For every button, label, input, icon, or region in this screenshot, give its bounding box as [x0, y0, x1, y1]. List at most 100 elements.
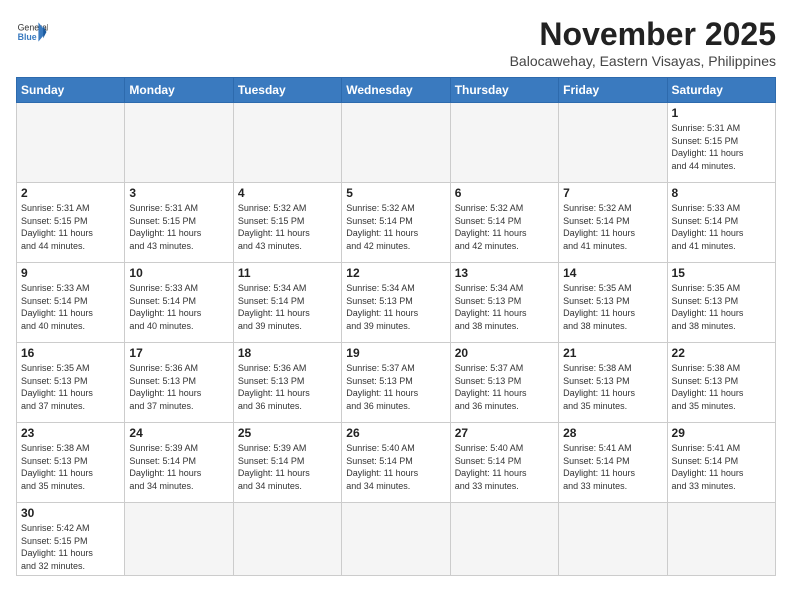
day-number: 13	[455, 266, 554, 280]
day-info: Sunrise: 5:32 AM Sunset: 5:14 PM Dayligh…	[563, 202, 662, 252]
calendar-cell: 28Sunrise: 5:41 AM Sunset: 5:14 PM Dayli…	[559, 423, 667, 503]
day-info: Sunrise: 5:40 AM Sunset: 5:14 PM Dayligh…	[346, 442, 445, 492]
calendar-cell	[450, 103, 558, 183]
calendar-cell: 16 Sunrise: 5:35 AM Sunset: 5:13 PM Dayli…	[17, 343, 125, 423]
day-number: 18	[238, 346, 337, 360]
calendar-cell: 22 Sunrise: 5:38 AM Sunset: 5:13 PM Dayli…	[667, 343, 775, 423]
calendar-cell: 5 Sunrise: 5:32 AM Sunset: 5:14 PM Daylig…	[342, 183, 450, 263]
day-number: 29	[672, 426, 771, 440]
day-info: Sunrise: 5:33 AM Sunset: 5:14 PM Dayligh…	[129, 282, 228, 332]
day-info: Sunrise: 5:34 AM Sunset: 5:13 PM Dayligh…	[455, 282, 554, 332]
svg-text:Blue: Blue	[18, 32, 37, 42]
weekday-header-monday: Monday	[125, 78, 233, 103]
weekday-header-tuesday: Tuesday	[233, 78, 341, 103]
day-number: 14	[563, 266, 662, 280]
calendar-cell	[342, 103, 450, 183]
calendar-cell: 25Sunrise: 5:39 AM Sunset: 5:14 PM Dayli…	[233, 423, 341, 503]
weekday-header-wednesday: Wednesday	[342, 78, 450, 103]
day-info: Sunrise: 5:32 AM Sunset: 5:14 PM Dayligh…	[346, 202, 445, 252]
day-info: Sunrise: 5:32 AM Sunset: 5:15 PM Dayligh…	[238, 202, 337, 252]
day-number: 9	[21, 266, 120, 280]
calendar-week-row: 16 Sunrise: 5:35 AM Sunset: 5:13 PM Dayli…	[17, 343, 776, 423]
calendar-cell: 14 Sunrise: 5:35 AM Sunset: 5:13 PM Dayli…	[559, 263, 667, 343]
day-number: 6	[455, 186, 554, 200]
day-number: 4	[238, 186, 337, 200]
calendar-cell: 29 Sunrise: 5:41 AM Sunset: 5:14 PM Dayli…	[667, 423, 775, 503]
day-info: Sunrise: 5:39 AM Sunset: 5:14 PM Dayligh…	[129, 442, 228, 492]
calendar-cell	[17, 103, 125, 183]
calendar-week-row: 9 Sunrise: 5:33 AM Sunset: 5:14 PM Daylig…	[17, 263, 776, 343]
weekday-header-thursday: Thursday	[450, 78, 558, 103]
calendar-cell	[450, 503, 558, 576]
weekday-header-row: SundayMondayTuesdayWednesdayThursdayFrid…	[17, 78, 776, 103]
day-number: 23	[21, 426, 120, 440]
calendar-cell: 23 Sunrise: 5:38 AM Sunset: 5:13 PM Dayli…	[17, 423, 125, 503]
calendar-cell: 21 Sunrise: 5:38 AM Sunset: 5:13 PM Dayli…	[559, 343, 667, 423]
day-info: Sunrise: 5:34 AM Sunset: 5:14 PM Dayligh…	[238, 282, 337, 332]
calendar-cell: 13 Sunrise: 5:34 AM Sunset: 5:13 PM Dayli…	[450, 263, 558, 343]
calendar-week-row: 2Sunrise: 5:31 AM Sunset: 5:15 PM Daylig…	[17, 183, 776, 263]
weekday-header-sunday: Sunday	[17, 78, 125, 103]
calendar-cell: 27Sunrise: 5:40 AM Sunset: 5:14 PM Dayli…	[450, 423, 558, 503]
day-info: Sunrise: 5:34 AM Sunset: 5:13 PM Dayligh…	[346, 282, 445, 332]
calendar-cell: 2Sunrise: 5:31 AM Sunset: 5:15 PM Daylig…	[17, 183, 125, 263]
day-info: Sunrise: 5:32 AM Sunset: 5:14 PM Dayligh…	[455, 202, 554, 252]
calendar-cell: 3 Sunrise: 5:31 AM Sunset: 5:15 PM Daylig…	[125, 183, 233, 263]
calendar-cell: 8Sunrise: 5:33 AM Sunset: 5:14 PM Daylig…	[667, 183, 775, 263]
calendar-cell: 6 Sunrise: 5:32 AM Sunset: 5:14 PM Daylig…	[450, 183, 558, 263]
calendar-cell: 11 Sunrise: 5:34 AM Sunset: 5:14 PM Dayli…	[233, 263, 341, 343]
day-info: Sunrise: 5:36 AM Sunset: 5:13 PM Dayligh…	[129, 362, 228, 412]
calendar-cell: 17Sunrise: 5:36 AM Sunset: 5:13 PM Dayli…	[125, 343, 233, 423]
day-number: 28	[563, 426, 662, 440]
calendar-week-row: 30 Sunrise: 5:42 AM Sunset: 5:15 PM Dayli…	[17, 503, 776, 576]
calendar-week-row: 1 Sunrise: 5:31 AM Sunset: 5:15 PM Daylig…	[17, 103, 776, 183]
day-number: 12	[346, 266, 445, 280]
day-number: 21	[563, 346, 662, 360]
header: General Blue November 2025 Balocawehay, …	[16, 16, 776, 69]
day-number: 3	[129, 186, 228, 200]
day-info: Sunrise: 5:41 AM Sunset: 5:14 PM Dayligh…	[672, 442, 771, 492]
day-number: 7	[563, 186, 662, 200]
day-info: Sunrise: 5:37 AM Sunset: 5:13 PM Dayligh…	[455, 362, 554, 412]
day-number: 15	[672, 266, 771, 280]
calendar-cell: 19Sunrise: 5:37 AM Sunset: 5:13 PM Dayli…	[342, 343, 450, 423]
calendar-cell	[233, 503, 341, 576]
calendar-cell	[667, 503, 775, 576]
day-info: Sunrise: 5:31 AM Sunset: 5:15 PM Dayligh…	[129, 202, 228, 252]
calendar-cell: 24Sunrise: 5:39 AM Sunset: 5:14 PM Dayli…	[125, 423, 233, 503]
calendar-cell: 7 Sunrise: 5:32 AM Sunset: 5:14 PM Daylig…	[559, 183, 667, 263]
calendar-week-row: 23 Sunrise: 5:38 AM Sunset: 5:13 PM Dayli…	[17, 423, 776, 503]
day-info: Sunrise: 5:35 AM Sunset: 5:13 PM Dayligh…	[21, 362, 120, 412]
day-info: Sunrise: 5:42 AM Sunset: 5:15 PM Dayligh…	[21, 522, 120, 572]
calendar-cell	[559, 503, 667, 576]
day-info: Sunrise: 5:38 AM Sunset: 5:13 PM Dayligh…	[21, 442, 120, 492]
day-info: Sunrise: 5:35 AM Sunset: 5:13 PM Dayligh…	[563, 282, 662, 332]
day-number: 19	[346, 346, 445, 360]
calendar-cell	[125, 503, 233, 576]
calendar-cell	[559, 103, 667, 183]
day-info: Sunrise: 5:38 AM Sunset: 5:13 PM Dayligh…	[563, 362, 662, 412]
day-number: 1	[672, 106, 771, 120]
day-info: Sunrise: 5:39 AM Sunset: 5:14 PM Dayligh…	[238, 442, 337, 492]
day-number: 30	[21, 506, 120, 520]
generalblue-logo-icon: General Blue	[16, 16, 48, 48]
day-info: Sunrise: 5:33 AM Sunset: 5:14 PM Dayligh…	[21, 282, 120, 332]
day-number: 16	[21, 346, 120, 360]
day-info: Sunrise: 5:35 AM Sunset: 5:13 PM Dayligh…	[672, 282, 771, 332]
day-number: 11	[238, 266, 337, 280]
day-info: Sunrise: 5:31 AM Sunset: 5:15 PM Dayligh…	[672, 122, 771, 172]
calendar-cell: 9 Sunrise: 5:33 AM Sunset: 5:14 PM Daylig…	[17, 263, 125, 343]
day-number: 22	[672, 346, 771, 360]
calendar-cell	[125, 103, 233, 183]
weekday-header-friday: Friday	[559, 78, 667, 103]
calendar-cell: 1 Sunrise: 5:31 AM Sunset: 5:15 PM Daylig…	[667, 103, 775, 183]
weekday-header-saturday: Saturday	[667, 78, 775, 103]
day-info: Sunrise: 5:38 AM Sunset: 5:13 PM Dayligh…	[672, 362, 771, 412]
calendar-cell: 20Sunrise: 5:37 AM Sunset: 5:13 PM Dayli…	[450, 343, 558, 423]
calendar-title: November 2025	[510, 16, 776, 53]
title-area: November 2025 Balocawehay, Eastern Visay…	[510, 16, 776, 69]
day-number: 5	[346, 186, 445, 200]
calendar-cell: 30 Sunrise: 5:42 AM Sunset: 5:15 PM Dayli…	[17, 503, 125, 576]
logo: General Blue	[16, 16, 48, 48]
day-number: 8	[672, 186, 771, 200]
